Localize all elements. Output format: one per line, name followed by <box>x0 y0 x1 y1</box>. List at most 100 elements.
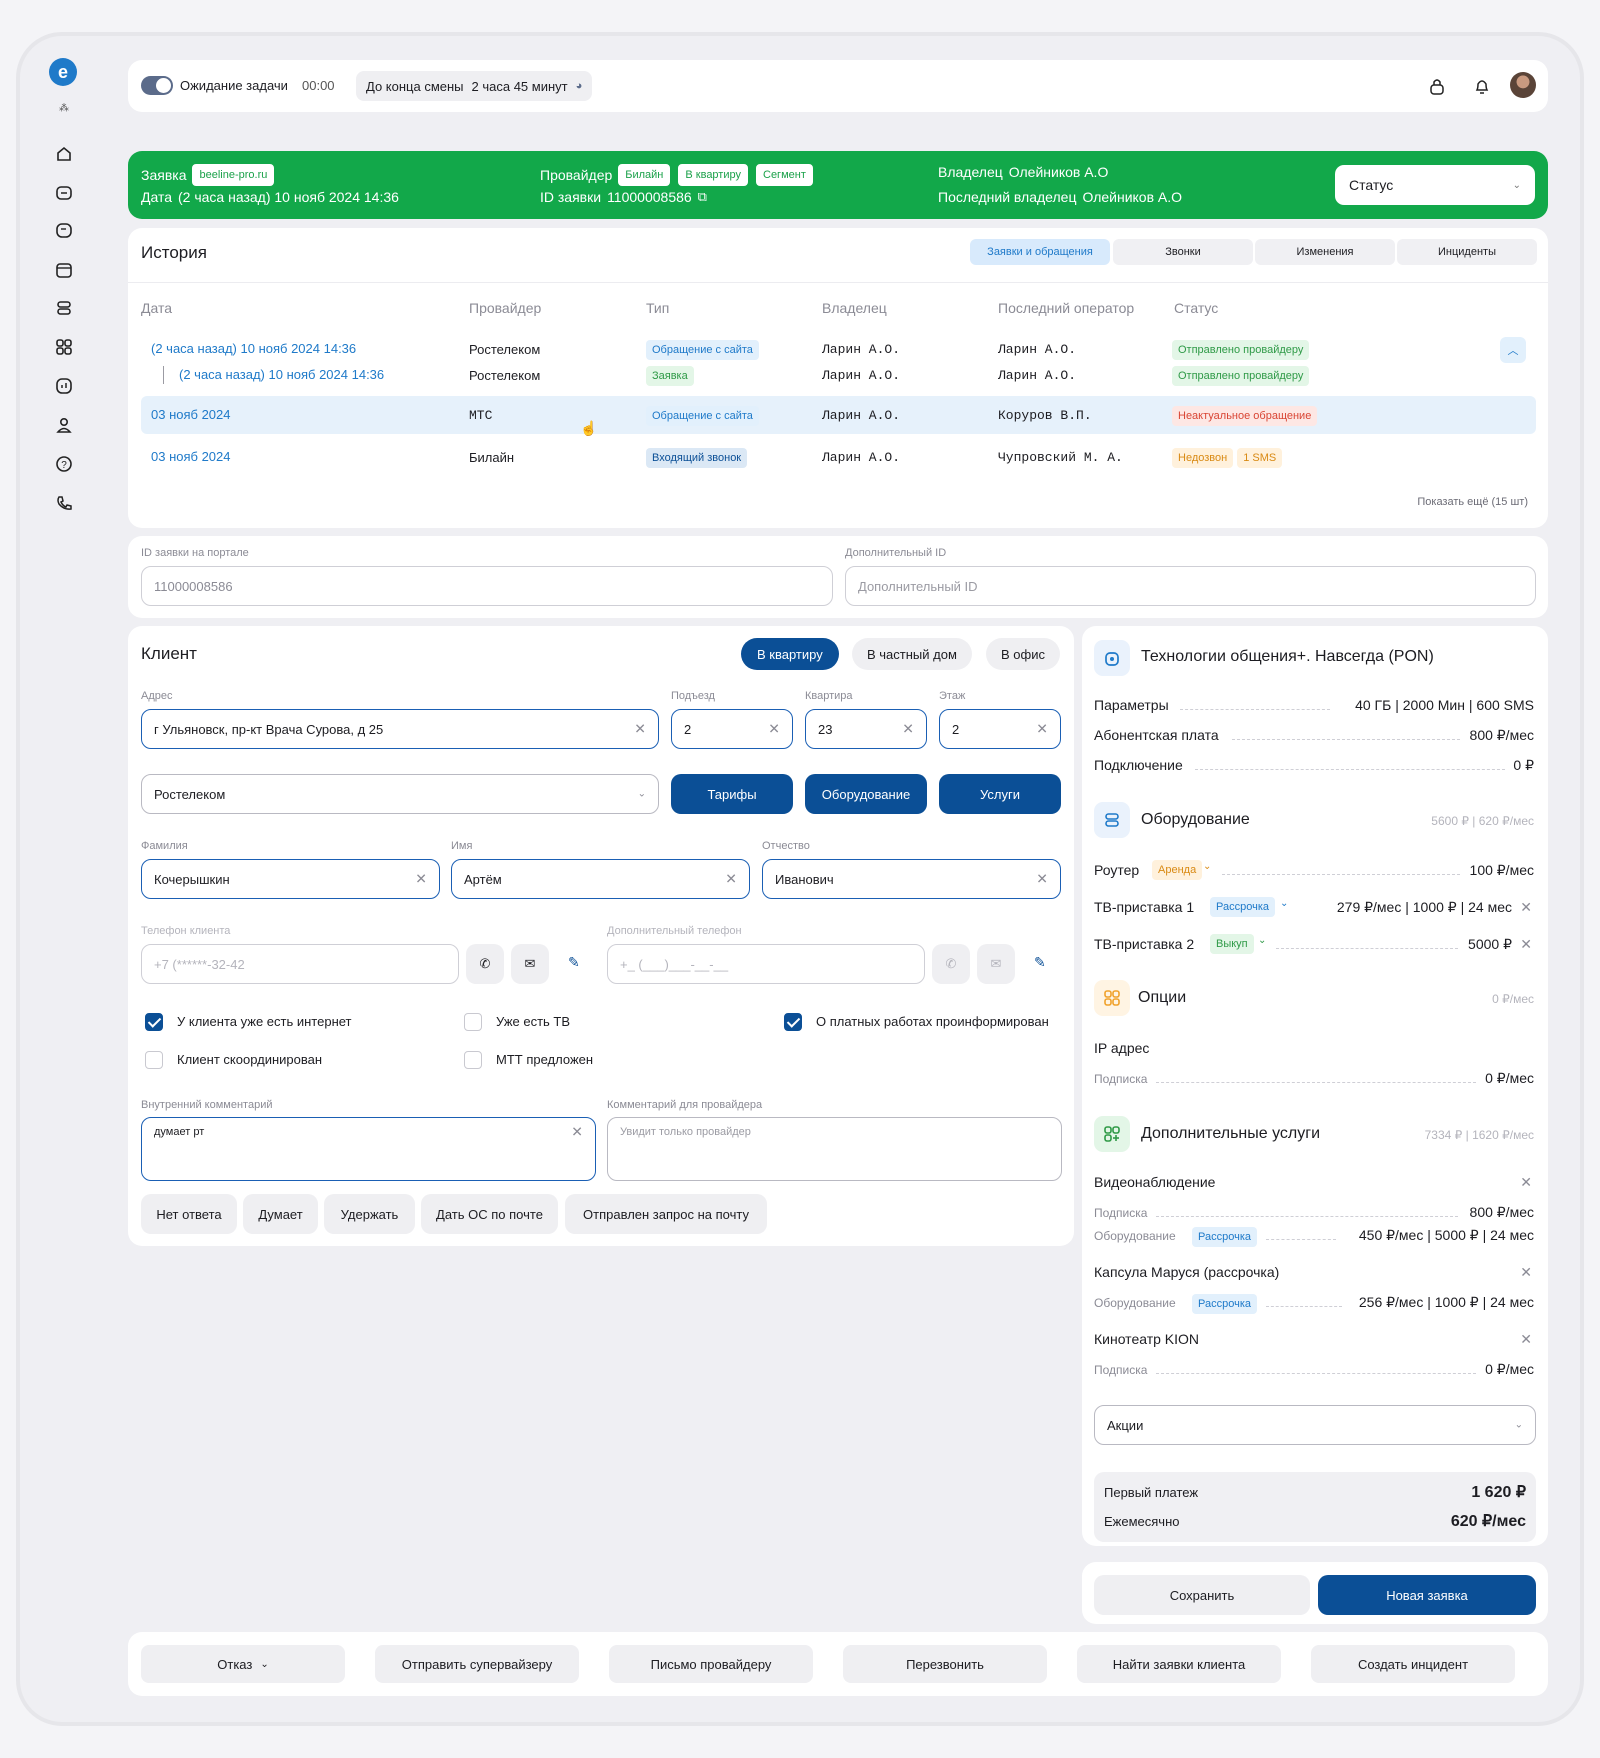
status-select[interactable]: Статус ⌄ <box>1335 165 1535 205</box>
id-label: ID заявки <box>540 189 602 205</box>
checkbox-coordinated[interactable] <box>145 1051 163 1069</box>
checkbox-mtt[interactable] <box>464 1051 482 1069</box>
create-incident-button[interactable]: Создать инцидент <box>1311 1645 1515 1683</box>
messages-icon[interactable] <box>52 181 76 205</box>
segment-office[interactable]: В офис <box>986 638 1060 670</box>
row-date-link[interactable]: 03 нояб 2024 <box>151 407 231 422</box>
clear-icon[interactable]: ✕ <box>725 871 737 888</box>
bell-icon[interactable] <box>1473 76 1491 99</box>
send-supervisor-button[interactable]: Отправить супервайзеру <box>375 1645 579 1683</box>
equipment-button[interactable]: Оборудование <box>805 774 927 814</box>
entrance-field[interactable]: 2 ✕ <box>671 709 793 749</box>
database-icon[interactable] <box>52 296 76 320</box>
remove-icon[interactable]: ✕ <box>1520 899 1532 916</box>
promo-select[interactable]: Акции ⌄ <box>1094 1405 1536 1445</box>
remove-icon[interactable]: ✕ <box>1520 936 1532 953</box>
remove-icon[interactable]: ✕ <box>1520 1331 1532 1348</box>
last-owner-value: Олейников А.О <box>1082 189 1183 205</box>
help-icon[interactable]: ? <box>52 452 76 476</box>
edit-icon[interactable]: ✎ <box>1034 954 1046 971</box>
segment-apartment[interactable]: В квартиру <box>741 638 839 670</box>
checkbox-has-internet[interactable] <box>145 1013 163 1031</box>
tab-incidents[interactable]: Инциденты <box>1397 239 1537 265</box>
firstname-field[interactable]: Артём ✕ <box>451 859 750 899</box>
checkbox-has-tv[interactable] <box>464 1013 482 1031</box>
edit-icon[interactable]: ✎ <box>568 954 580 971</box>
clear-icon[interactable]: ✕ <box>415 871 427 888</box>
address-field[interactable]: г Ульяновск, пр-кт Врача Сурова, д 25 ✕ <box>141 709 659 749</box>
apps-icon[interactable] <box>52 335 76 359</box>
user-icon[interactable] <box>52 413 76 437</box>
analytics-icon[interactable] <box>52 374 76 398</box>
provider-comment-field[interactable]: Увидит только провайдер <box>607 1117 1062 1181</box>
show-more-link[interactable]: Показать ещё (15 шт) <box>1417 496 1528 508</box>
collapse-button[interactable]: ︿ <box>1500 337 1526 363</box>
clear-icon[interactable]: ✕ <box>571 1124 583 1141</box>
provider-letter-button[interactable]: Письмо провайдеру <box>609 1645 813 1683</box>
clear-icon[interactable]: ✕ <box>768 721 780 738</box>
clear-icon[interactable]: ✕ <box>1036 721 1048 738</box>
clear-icon[interactable]: ✕ <box>1036 871 1048 888</box>
clear-icon[interactable]: ✕ <box>634 721 646 738</box>
tag-select[interactable]: Рассрочка <box>1210 897 1279 917</box>
row-date-link[interactable]: (2 часа назад) 10 нояб 2024 14:36 <box>179 367 384 382</box>
remove-icon[interactable]: ✕ <box>1520 1174 1532 1191</box>
row-date-link[interactable]: (2 часа назад) 10 нояб 2024 14:36 <box>151 341 356 356</box>
lastname-field[interactable]: Кочерышкин ✕ <box>141 859 440 899</box>
tab-calls[interactable]: Звонки <box>1113 239 1253 265</box>
provider-comment-placeholder: Увидит только провайдер <box>620 1126 751 1138</box>
floor-field[interactable]: 2 ✕ <box>939 709 1061 749</box>
inner-comment-field[interactable]: думает рт ✕ <box>141 1117 596 1181</box>
tab-requests[interactable]: Заявки и обращения <box>970 239 1110 265</box>
org-icon[interactable]: ⁂ <box>52 96 76 120</box>
quick-no-answer[interactable]: Нет ответа <box>141 1194 237 1234</box>
monthly-value: 620 ₽/мес <box>1450 1513 1526 1530</box>
home-icon[interactable] <box>52 142 76 166</box>
sms2-button[interactable]: ✉ <box>977 944 1015 984</box>
quick-retain[interactable]: Удержать <box>324 1194 415 1234</box>
clear-icon[interactable]: ✕ <box>902 721 914 738</box>
chat-edit-icon[interactable] <box>52 219 76 243</box>
save-button[interactable]: Сохранить <box>1094 1575 1310 1615</box>
provider-tag: Сегмент <box>756 164 813 186</box>
lock-icon[interactable] <box>1428 76 1446 99</box>
date-value: (2 часа назад) 10 нояб 2024 14:36 <box>178 189 399 205</box>
extra-id-field[interactable]: Дополнительный ID <box>845 566 1536 606</box>
tariffs-button[interactable]: Тарифы <box>671 774 793 814</box>
apartment-field[interactable]: 23 ✕ <box>805 709 927 749</box>
avatar[interactable] <box>1510 72 1536 98</box>
find-requests-button[interactable]: Найти заявки клиента <box>1077 1645 1281 1683</box>
quick-mail-request[interactable]: Отправлен запрос на почту <box>565 1194 767 1234</box>
options-icon <box>1094 980 1130 1016</box>
quick-email-os[interactable]: Дать ОС по почте <box>421 1194 558 1234</box>
app-logo[interactable]: e <box>49 58 77 86</box>
tab-changes[interactable]: Изменения <box>1255 239 1395 265</box>
phone-icon[interactable] <box>52 491 76 515</box>
calendar-icon[interactable] <box>52 258 76 282</box>
refuse-button[interactable]: Отказ ⌄ <box>141 1645 345 1683</box>
hand-cursor-icon: ☝ <box>580 420 598 436</box>
row-date-link[interactable]: 03 нояб 2024 <box>151 449 231 464</box>
quick-thinking[interactable]: Думает <box>243 1194 318 1234</box>
remove-icon[interactable]: ✕ <box>1520 1264 1532 1281</box>
history-title: История <box>141 243 207 262</box>
copy-icon[interactable]: ⧉ <box>698 189 707 205</box>
portal-id-field[interactable]: 11000008586 <box>141 566 833 606</box>
services-button[interactable]: Услуги <box>939 774 1061 814</box>
segment-house[interactable]: В частный дом <box>852 638 972 670</box>
call2-button[interactable]: ✆ <box>932 944 970 984</box>
checkbox-informed[interactable] <box>784 1013 802 1031</box>
task-wait-toggle[interactable] <box>141 76 173 95</box>
call-button[interactable]: ✆ <box>466 944 504 984</box>
tag-select[interactable]: Аренда <box>1152 860 1206 880</box>
phone2-field[interactable]: +_ (___)___-__-__ <box>607 944 925 984</box>
new-request-button[interactable]: Новая заявка <box>1318 1575 1536 1615</box>
tree-line <box>163 366 164 384</box>
tag-select[interactable]: Выкуп <box>1210 934 1258 954</box>
middlename-field[interactable]: Иванович ✕ <box>762 859 1061 899</box>
phone-field[interactable]: +7 (******-32-42 <box>141 944 459 984</box>
callback-button[interactable]: Перезвонить <box>843 1645 1047 1683</box>
provider-select[interactable]: Ростелеком ⌄ <box>141 774 659 814</box>
param-value: 40 ГБ | 2000 Мин | 600 SMS <box>1355 697 1534 713</box>
sms-button[interactable]: ✉ <box>511 944 549 984</box>
